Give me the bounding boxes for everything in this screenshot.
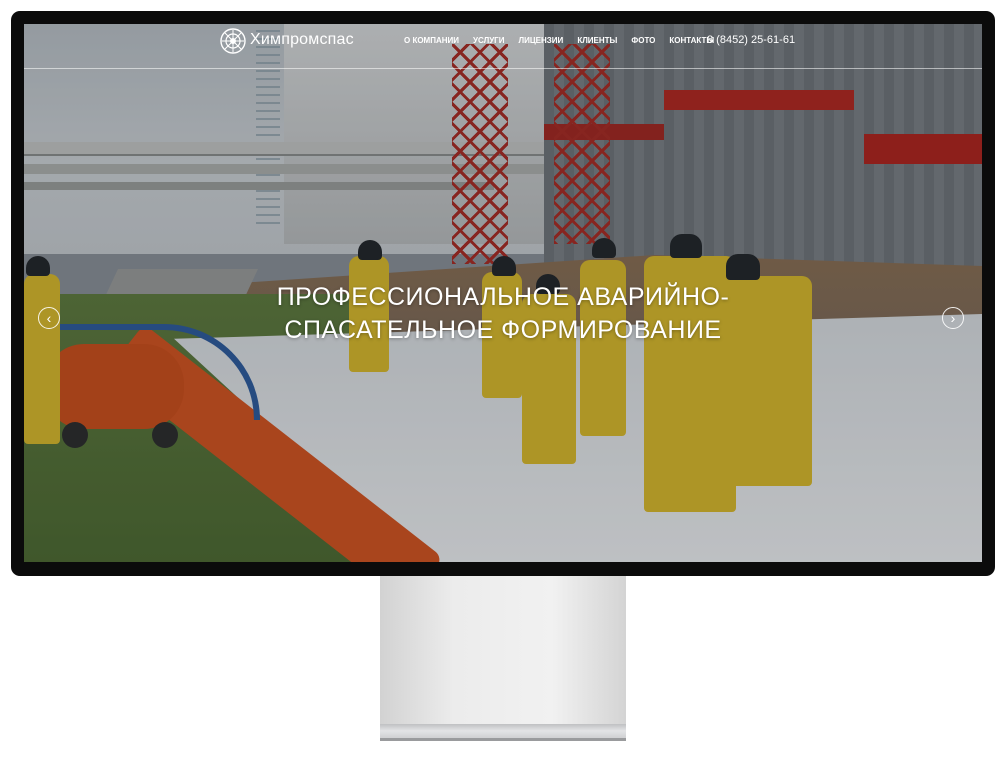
hero-headline-line2: СПАСАТЕЛЬНОЕ ФОРМИРОВАНИЕ [284,316,722,344]
menu-item-photo[interactable]: фото [631,35,655,47]
stand-shadow [380,738,626,741]
hero-headline-line1: ПРОФЕССИОНАЛЬНОЕ АВАРИЙНО- [276,283,730,311]
chevron-right-icon[interactable]: › [942,307,964,329]
menu-item-clients[interactable]: клиенты [577,35,617,47]
emblem-icon[interactable] [218,26,248,56]
site-logo-text[interactable]: Химпромспас [250,31,354,49]
phone-number[interactable]: 8 (8452) 25-61-61 [707,34,795,46]
chevron-left-icon[interactable]: ‹ [38,307,60,329]
monitor-frame: Химпромспас о компании услуги лицензии к… [11,11,995,576]
hero-headline: ПРОФЕССИОНАЛЬНОЕ АВАРИЙНО- СПАСАТЕЛЬНОЕ … [24,281,982,347]
menu-item-licenses[interactable]: лицензии [518,35,563,47]
website-screen: Химпромспас о компании услуги лицензии к… [24,24,982,562]
menu-item-about[interactable]: о компании [404,35,459,47]
main-menu: о компании услуги лицензии клиенты фото … [404,35,728,47]
monitor-stand [380,576,626,724]
site-header: Химпромспас о компании услуги лицензии к… [24,24,982,69]
menu-item-services[interactable]: услуги [473,35,504,47]
